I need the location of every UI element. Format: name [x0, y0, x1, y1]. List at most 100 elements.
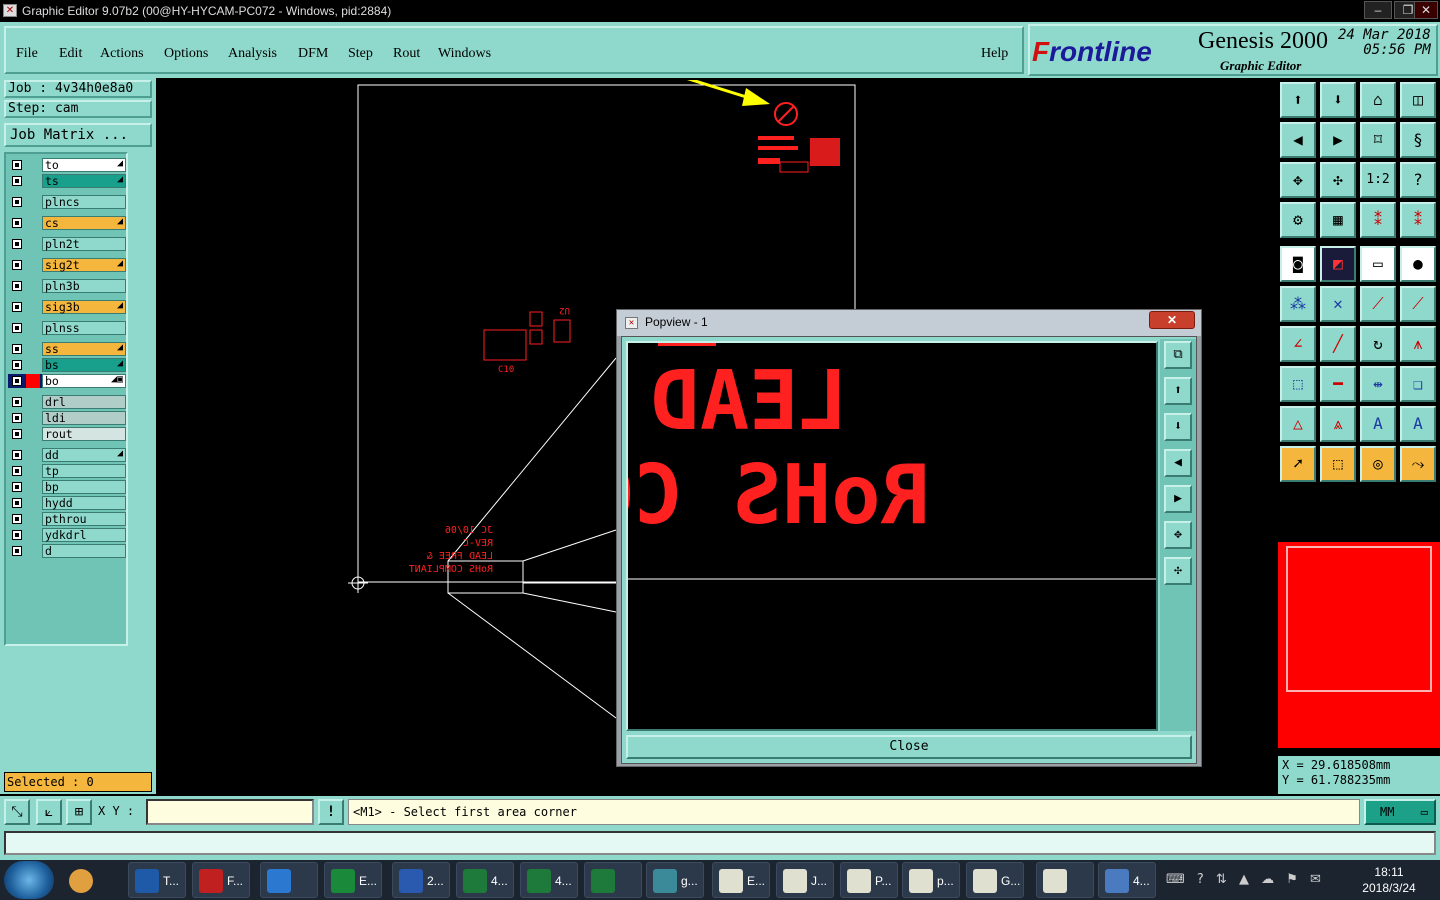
close-window-button[interactable]: ✕	[1414, 1, 1438, 19]
popview-left-icon[interactable]: ◀	[1164, 449, 1192, 477]
move-icon[interactable]: ⬚	[1280, 366, 1316, 402]
settings-icon[interactable]: ⚙	[1280, 202, 1316, 238]
layer-name[interactable]: tp	[42, 464, 126, 478]
zoom-home-icon[interactable]: ✣	[1320, 162, 1356, 198]
start-button[interactable]	[4, 861, 54, 899]
text-tool-icon[interactable]: ⩚	[1400, 326, 1436, 362]
layer-row-pthrou[interactable]: pthrou	[8, 512, 126, 526]
snap-grid-icon[interactable]: ⊞	[66, 799, 92, 825]
layer-name[interactable]: to	[42, 158, 126, 172]
layer-checkbox[interactable]	[12, 360, 22, 370]
layer-name[interactable]: ss	[42, 342, 126, 356]
layer-popup-arrow-icon[interactable]: ◢	[117, 158, 123, 169]
zoom-area-icon[interactable]: ⤡	[4, 799, 30, 825]
layer-name[interactable]: sig3b	[42, 300, 126, 314]
alert-button[interactable]: !	[318, 799, 344, 825]
taskbar-button[interactable]: F...	[192, 862, 250, 898]
menu-file[interactable]: File	[16, 46, 38, 62]
popview-close-x[interactable]: ✕	[1149, 311, 1195, 329]
popview-fit-icon[interactable]: ✥	[1164, 521, 1192, 549]
letter-a-alt-icon[interactable]: A	[1400, 406, 1436, 442]
line-node-icon[interactable]: ⟋	[1360, 286, 1396, 322]
taskbar-button[interactable]	[260, 862, 318, 898]
measure-tool-icon[interactable]: ⟀	[36, 799, 62, 825]
menu-step[interactable]: Step	[348, 46, 373, 62]
horizontal-line-icon[interactable]: ━	[1320, 366, 1356, 402]
layer-row-cs[interactable]: cs ◢	[8, 216, 126, 230]
taskbar-button[interactable]: P...	[840, 862, 898, 898]
letter-a-icon[interactable]: A	[1360, 406, 1396, 442]
line-node-alt-icon[interactable]: ⟋	[1400, 286, 1436, 322]
layer-name[interactable]: plnss	[42, 321, 126, 335]
pan-left-icon[interactable]: ◀	[1280, 122, 1316, 158]
menu-rout[interactable]: Rout	[393, 46, 420, 62]
menu-actions[interactable]: Actions	[100, 46, 144, 62]
layer-row-sig2t[interactable]: sig2t ◢	[8, 258, 126, 272]
layer-row-ts[interactable]: ts ◢	[8, 174, 126, 188]
layer-row-ydkdrl[interactable]: ydkdrl	[8, 528, 126, 542]
layer-name[interactable]: plncs	[42, 195, 126, 209]
layer-row-to[interactable]: to ◢	[8, 158, 126, 172]
layer-checkbox[interactable]	[12, 376, 22, 386]
layer-row-tp[interactable]: tp	[8, 464, 126, 478]
angle-icon[interactable]: ∠	[1280, 326, 1316, 362]
snap-alt-icon[interactable]: ⁑	[1400, 202, 1436, 238]
taskbar-shell-icon[interactable]	[62, 862, 120, 898]
layer-popup-arrow-icon[interactable]: ◢	[117, 448, 123, 459]
layer-name[interactable]: ts	[42, 174, 126, 188]
layer-name[interactable]: bs	[42, 358, 126, 372]
layer-name[interactable]: dd	[42, 448, 126, 462]
snap-icon[interactable]: ⁑	[1360, 202, 1396, 238]
layer-checkbox[interactable]	[12, 498, 22, 508]
layer-checkbox[interactable]	[12, 197, 22, 207]
layer-checkbox[interactable]	[12, 429, 22, 439]
taskbar-clock[interactable]: 18:11 2018/3/24	[1344, 864, 1434, 896]
layer-row-ldi[interactable]: ldi	[8, 411, 126, 425]
popview-up-icon[interactable]: ⬆	[1164, 377, 1192, 405]
layer-row-plnss[interactable]: plnss	[8, 321, 126, 335]
layer-name[interactable]: ydkdrl	[42, 528, 126, 542]
layer-row-hydd[interactable]: hydd	[8, 496, 126, 510]
layer-checkbox[interactable]	[12, 466, 22, 476]
minimize-button[interactable]: –	[1364, 1, 1392, 19]
layer-checkbox[interactable]	[12, 482, 22, 492]
home-view-icon[interactable]: ⌂	[1360, 82, 1396, 118]
taskbar-button[interactable]: J...	[776, 862, 834, 898]
layer-checkbox[interactable]	[12, 323, 22, 333]
layer-popup-arrow-icon[interactable]: ◢	[117, 342, 123, 353]
popview-down-icon[interactable]: ⬇	[1164, 413, 1192, 441]
layer-row-bs[interactable]: bs ◢	[8, 358, 126, 372]
triangle-node-icon[interactable]: ⩓	[1320, 406, 1356, 442]
popview-right-icon[interactable]: ▶	[1164, 485, 1192, 513]
layer-checkbox[interactable]	[12, 260, 22, 270]
measure-icon[interactable]: ⇹	[1360, 366, 1396, 402]
layer-name[interactable]: pthrou	[42, 512, 126, 526]
layer-name[interactable]: sig2t	[42, 258, 126, 272]
zoom-one-to-one-icon[interactable]: 1:2	[1360, 162, 1396, 198]
layer-name[interactable]: hydd	[42, 496, 126, 510]
layer-row-pln2t[interactable]: pln2t	[8, 237, 126, 251]
layer-checkbox[interactable]	[12, 514, 22, 524]
units-selector[interactable]: MM ▭	[1364, 799, 1436, 825]
layer-popup-arrow-icon[interactable]: ◢	[117, 300, 123, 311]
layer-name[interactable]: pln2t	[42, 237, 126, 251]
taskbar-button[interactable]: g...	[646, 862, 704, 898]
layer-popup-arrow-icon[interactable]: ◢▣	[111, 374, 123, 385]
layer-row-rout[interactable]: rout	[8, 427, 126, 441]
layer-popup-arrow-icon[interactable]: ◢	[117, 258, 123, 269]
menu-windows[interactable]: Windows	[438, 46, 491, 62]
layer-name[interactable]: d	[42, 544, 126, 558]
layer-up-icon[interactable]: ⬆	[1280, 82, 1316, 118]
select-box-icon[interactable]: ⬚	[1320, 446, 1356, 482]
menu-edit[interactable]: Edit	[59, 46, 82, 62]
pad-icon[interactable]: ◙	[1280, 246, 1316, 282]
layer-checkbox[interactable]	[12, 546, 22, 556]
layer-row-pln3b[interactable]: pln3b	[8, 279, 126, 293]
popview-home-icon[interactable]: ✣	[1164, 557, 1192, 585]
taskbar-button[interactable]	[584, 862, 642, 898]
overview-minimap[interactable]	[1278, 542, 1440, 748]
taskbar-button[interactable]: 4...	[520, 862, 578, 898]
taskbar-button[interactable]: 4...	[456, 862, 514, 898]
fill-icon[interactable]: ◩	[1320, 246, 1356, 282]
cross-node-icon[interactable]: ✕	[1320, 286, 1356, 322]
